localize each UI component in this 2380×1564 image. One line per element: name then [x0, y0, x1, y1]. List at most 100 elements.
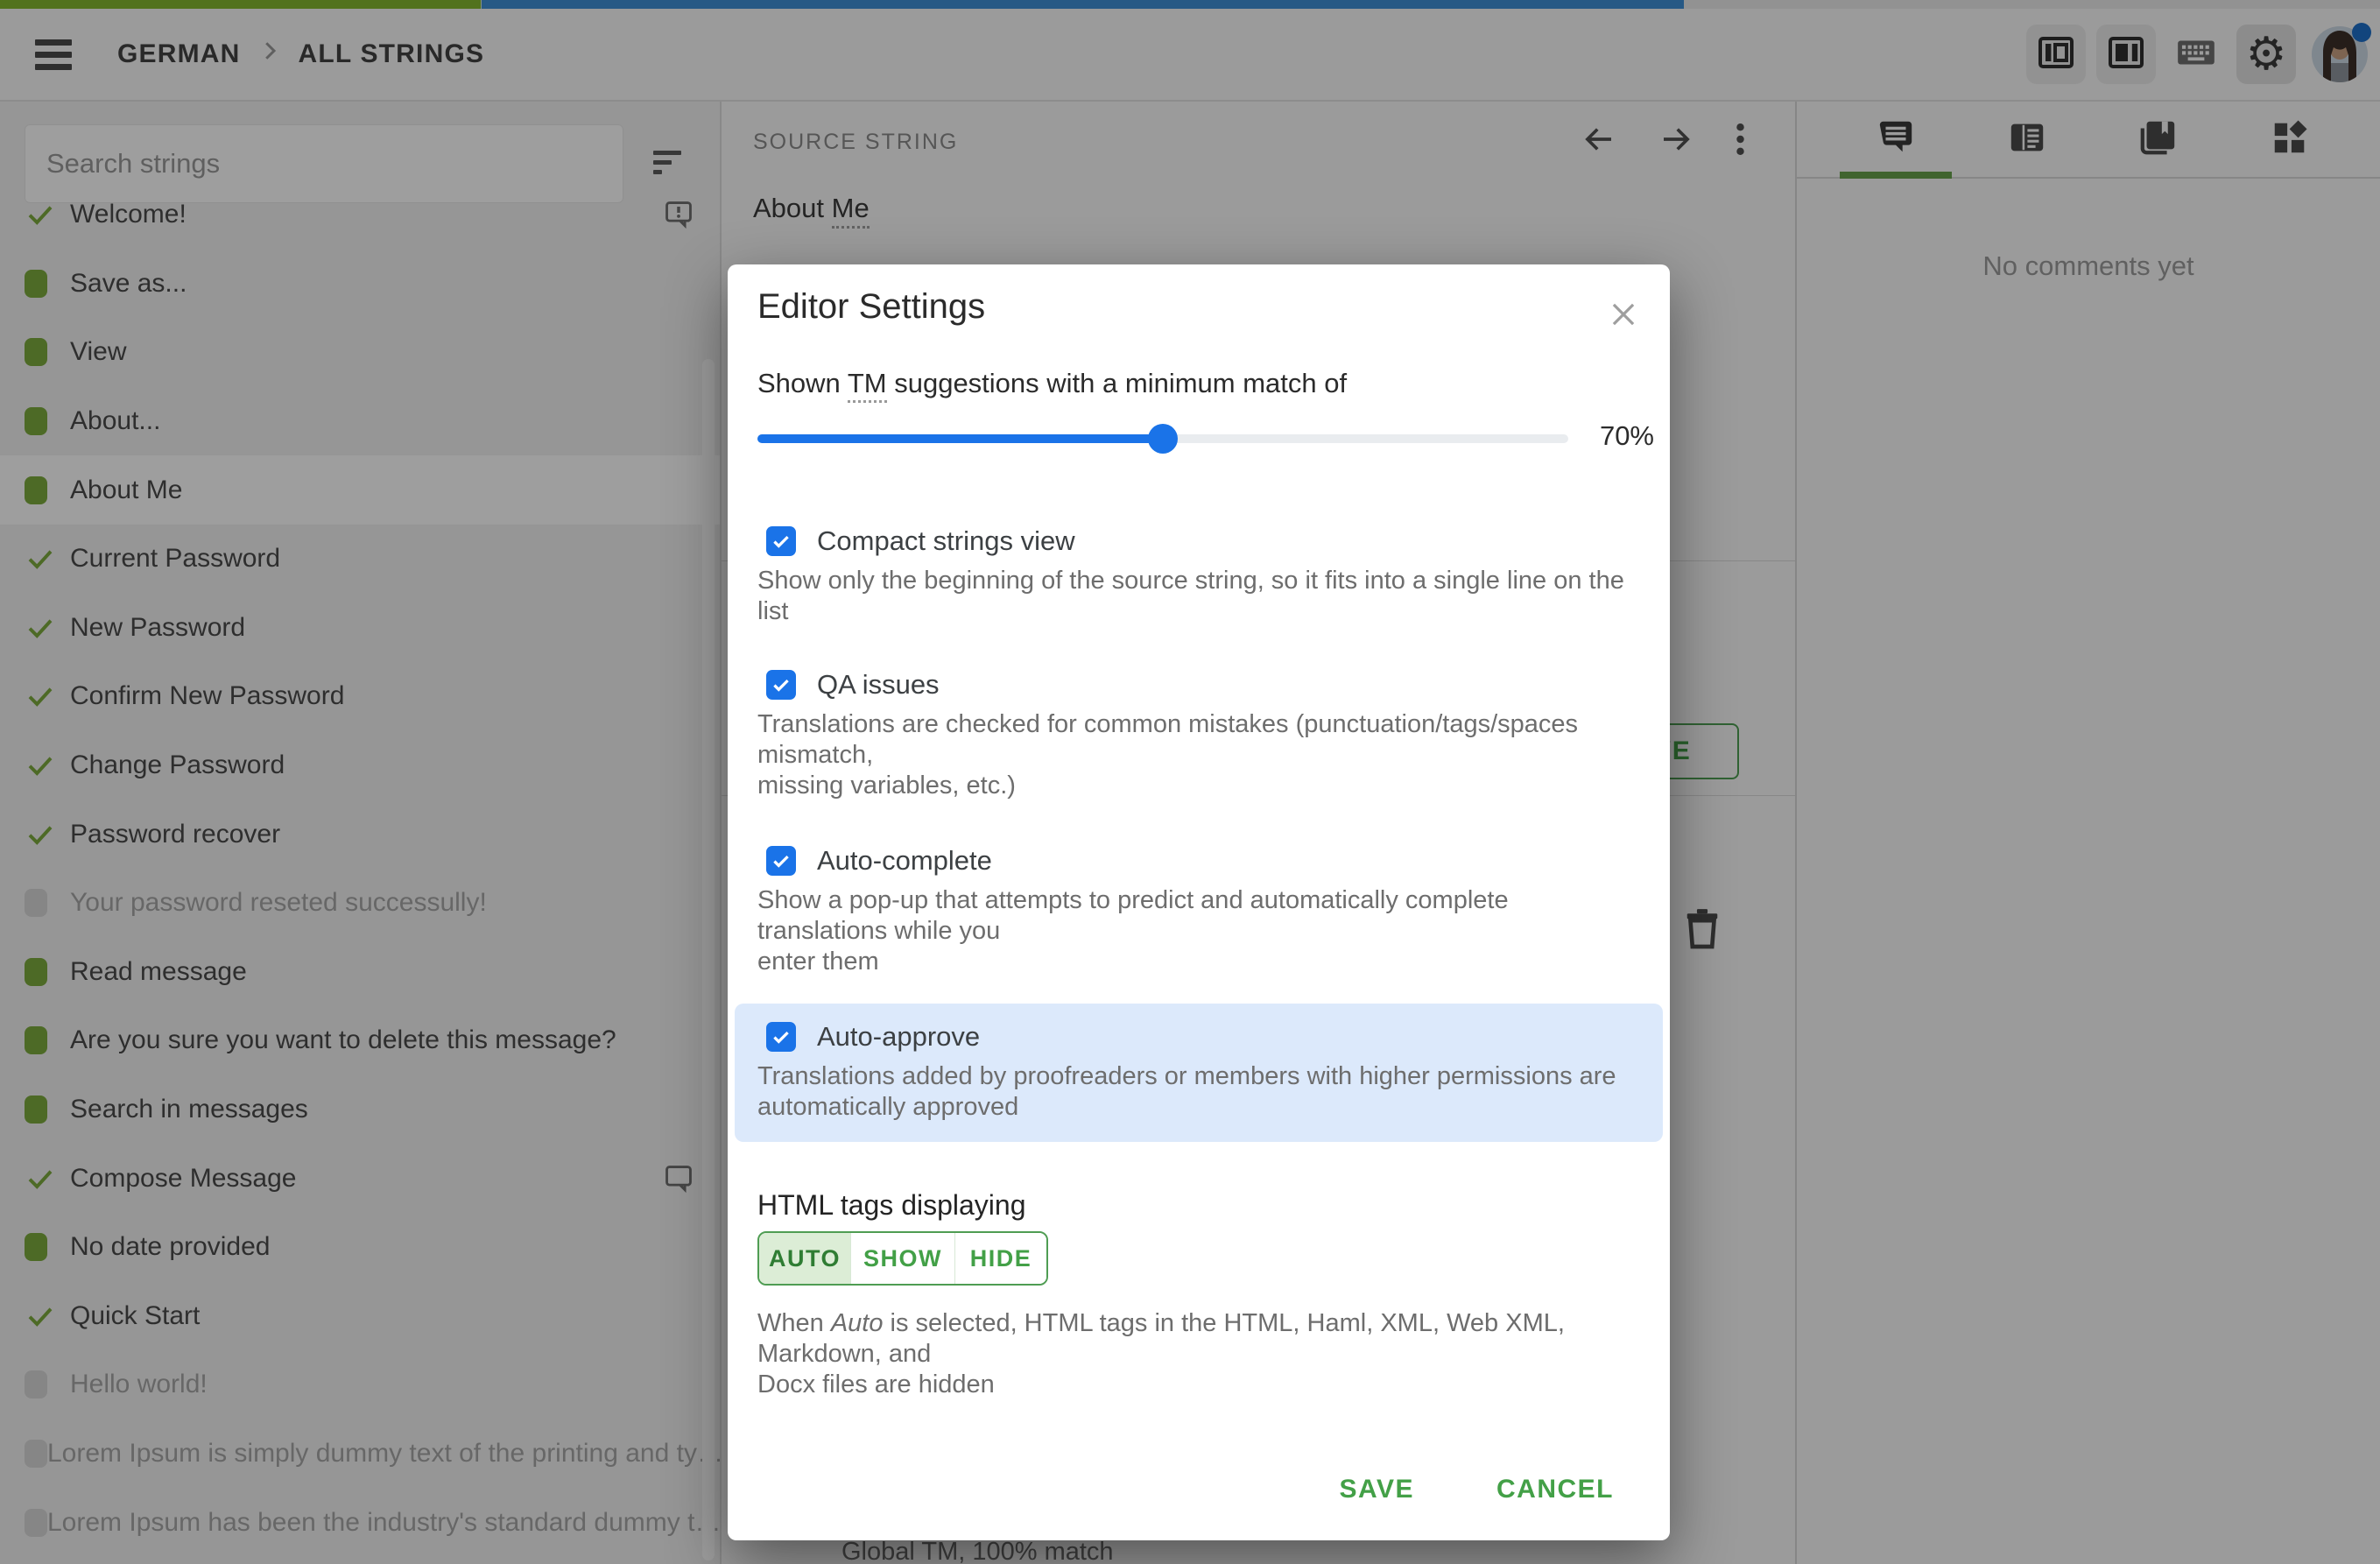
string-list-item[interactable]: No date provided	[0, 1213, 720, 1282]
translated-icon	[25, 1233, 70, 1262]
tab-context[interactable]	[1961, 102, 2093, 177]
translated-icon	[25, 269, 70, 298]
source-string-label: SOURCE STRING	[753, 130, 959, 154]
checkbox-compact-strings[interactable]	[766, 526, 796, 556]
string-list: Welcome! Save as... View About... About Me Cu…	[0, 180, 720, 1564]
string-list-item[interactable]: Lorem Ipsum has been the industry's stan…	[0, 1488, 720, 1557]
string-label: Lorem Ipsum has been the industry's stan…	[47, 1507, 720, 1537]
string-list-item[interactable]: Change Password	[0, 731, 720, 800]
checkbox-qa-issues[interactable]	[766, 670, 796, 700]
tm-threshold-slider[interactable]	[757, 424, 1568, 454]
next-string-button[interactable]	[1658, 121, 1694, 158]
untranslated-icon	[25, 1370, 70, 1399]
user-avatar[interactable]	[2312, 23, 2371, 82]
check-icon	[773, 855, 789, 868]
string-list-item[interactable]: About...	[0, 387, 720, 456]
more-options-icon[interactable]	[1735, 122, 1746, 157]
untranslated-icon	[25, 1439, 47, 1468]
tab-comments[interactable]	[1830, 102, 1961, 179]
comment-tab-icon	[1876, 117, 1916, 162]
string-label: Are you sure you want to delete this mes…	[70, 1025, 616, 1055]
auto-complete-row[interactable]: Auto-complete	[757, 845, 1640, 877]
layout-right-panel-button[interactable]	[2096, 25, 2156, 84]
string-list-item[interactable]: About Me	[0, 455, 720, 525]
close-icon[interactable]	[1607, 298, 1640, 335]
editor-actions	[1581, 121, 1746, 158]
delete-suggestion-icon[interactable]	[1678, 904, 1727, 957]
translated-icon	[25, 1096, 70, 1124]
slider-fill	[757, 434, 1163, 443]
setting-label: QA issues	[817, 669, 940, 700]
approved-check-icon	[25, 612, 70, 644]
string-label: Change Password	[70, 750, 285, 780]
previous-string-button[interactable]	[1581, 121, 1617, 158]
settings-button[interactable]: ⚙	[2236, 25, 2296, 84]
side-tabs	[1797, 102, 2380, 179]
tm-threshold-value: 70%	[1599, 420, 1654, 451]
string-label: Your password reseted successully!	[70, 888, 487, 918]
setting-compact-strings: Compact strings view Show only the begin…	[757, 525, 1640, 627]
string-list-item[interactable]: Compose Message	[0, 1144, 720, 1213]
option-auto[interactable]: AUTO	[759, 1233, 850, 1284]
editor-settings-modal: Editor Settings Shown TM suggestions wit…	[728, 264, 1670, 1540]
html-tags-description: When Auto is selected, HTML tags in the …	[757, 1309, 1565, 1398]
tab-apps[interactable]	[2224, 102, 2355, 177]
translated-icon	[25, 476, 70, 504]
checkbox-auto-approve[interactable]	[766, 1022, 796, 1052]
slider-thumb[interactable]	[1148, 424, 1178, 454]
approved-check-icon	[25, 1300, 70, 1332]
option-hide[interactable]: HIDE	[954, 1233, 1046, 1284]
filter-icon[interactable]	[653, 151, 683, 180]
layout-left-panel-button[interactable]	[2026, 25, 2086, 84]
string-list-item[interactable]: Confirm New Password	[0, 662, 720, 731]
string-list-item[interactable]: Quick Start	[0, 1282, 720, 1351]
string-list-item[interactable]: Your password reseted successully!	[0, 869, 720, 938]
string-label: Password recover	[70, 819, 281, 849]
menu-icon[interactable]	[35, 33, 72, 76]
string-label: Compose Message	[70, 1163, 297, 1193]
string-label: Save as...	[70, 268, 187, 298]
breadcrumb-language[interactable]: GERMAN	[117, 39, 241, 69]
string-label: Read message	[70, 956, 247, 986]
option-show[interactable]: SHOW	[850, 1233, 954, 1284]
translated-icon	[25, 338, 70, 367]
comment-icon[interactable]	[662, 1162, 695, 1195]
check-icon	[773, 1031, 789, 1044]
checkbox-auto-complete[interactable]	[766, 846, 796, 876]
glossary-term[interactable]: Me	[831, 193, 870, 229]
gear-icon: ⚙	[2245, 28, 2287, 81]
top-toolbar: GERMAN ALL STRINGS ⚙	[0, 9, 2380, 102]
setting-auto-approve: Auto-approve Translations added by proof…	[735, 1004, 1663, 1142]
string-list-item[interactable]: Save as...	[0, 250, 720, 319]
auto-approve-row[interactable]: Auto-approve	[757, 1021, 1640, 1053]
setting-auto-complete: Auto-complete Show a pop-up that attempt…	[757, 845, 1640, 977]
approved-check-icon	[25, 199, 70, 230]
keyboard-shortcuts-button[interactable]	[2166, 25, 2226, 84]
string-list-item[interactable]: Welcome!	[0, 180, 720, 250]
cancel-button[interactable]: CANCEL	[1475, 1461, 1635, 1518]
string-list-item[interactable]: Lorem Ipsum is simply dummy text of the …	[0, 1420, 720, 1489]
untranslated-icon	[25, 889, 70, 918]
setting-description: Translations are checked for common mist…	[757, 710, 1579, 800]
tm-threshold-label: Shown TM suggestions with a minimum matc…	[757, 368, 1347, 403]
tm-abbr: TM	[847, 368, 887, 403]
string-list-item[interactable]: Password recover	[0, 800, 720, 869]
tab-translation-memory[interactable]	[2093, 102, 2224, 177]
approved-check-icon	[25, 680, 70, 712]
string-list-item[interactable]: Current Password	[0, 525, 720, 594]
breadcrumb-file[interactable]: ALL STRINGS	[299, 39, 485, 69]
string-list-item[interactable]: Are you sure you want to delete this mes…	[0, 1006, 720, 1075]
string-list-item[interactable]: Hello world!	[0, 1350, 720, 1420]
compact-strings-row[interactable]: Compact strings view	[757, 525, 1640, 557]
online-status-badge	[2352, 23, 2371, 42]
modal-title: Editor Settings	[757, 287, 986, 326]
string-list-item[interactable]: Read message	[0, 938, 720, 1007]
list-scrollbar[interactable]	[702, 359, 715, 1560]
layout-left-icon	[2035, 32, 2077, 78]
string-list-item[interactable]: New Password	[0, 594, 720, 663]
string-list-item[interactable]: View	[0, 318, 720, 387]
comment-issue-icon[interactable]	[662, 198, 695, 231]
qa-issues-row[interactable]: QA issues	[757, 669, 1640, 701]
string-list-item[interactable]: Search in messages	[0, 1075, 720, 1145]
save-button[interactable]: SAVE	[1319, 1461, 1435, 1518]
